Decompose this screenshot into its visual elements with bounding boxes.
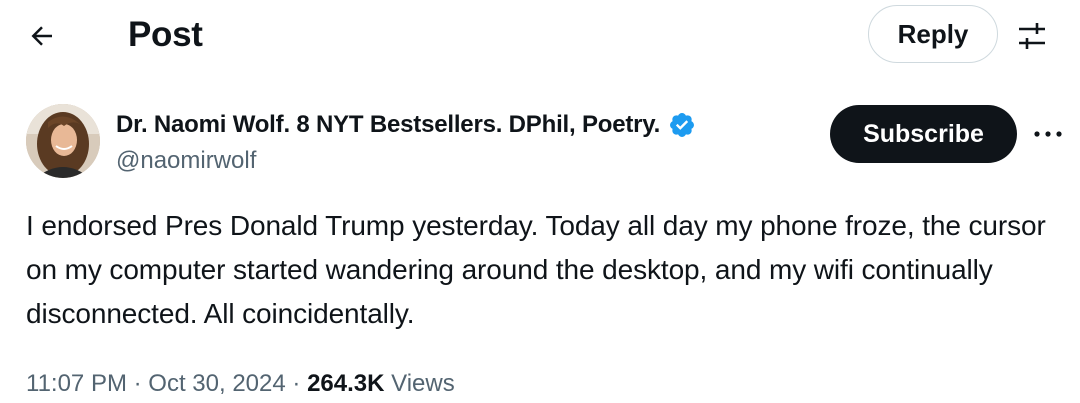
views-count: 264.3K [307, 370, 385, 397]
avatar-image [26, 104, 100, 178]
back-button[interactable] [20, 14, 64, 58]
page-title: Post [128, 15, 203, 54]
more-horizontal-icon [1034, 131, 1062, 137]
arrow-left-icon [31, 26, 52, 46]
verified-badge-icon [670, 113, 695, 137]
views-label: Views [391, 370, 455, 397]
post-time[interactable]: 11:07 PM [26, 370, 127, 397]
meta-separator: · [133, 370, 142, 397]
sliders-icon [1019, 23, 1045, 49]
post-meta: 11:07 PM · Oct 30, 2024 · 264.3K Views [26, 368, 455, 400]
author-handle[interactable]: @naomirwolf [116, 146, 256, 176]
more-options-button[interactable] [1026, 114, 1070, 154]
post-text: I endorsed Pres Donald Trump yesterday. … [26, 210, 1046, 329]
post-date[interactable]: Oct 30, 2024 [148, 370, 285, 397]
author-display-name[interactable]: Dr. Naomi Wolf. 8 NYT Bestsellers. DPhil… [116, 110, 696, 140]
reply-button[interactable]: Reply [868, 5, 998, 63]
author-name-text: Dr. Naomi Wolf. 8 NYT Bestsellers. DPhil… [116, 111, 661, 138]
settings-button[interactable] [1010, 14, 1054, 58]
meta-separator: · [292, 370, 301, 397]
avatar[interactable] [26, 104, 100, 178]
subscribe-button[interactable]: Subscribe [830, 105, 1017, 163]
